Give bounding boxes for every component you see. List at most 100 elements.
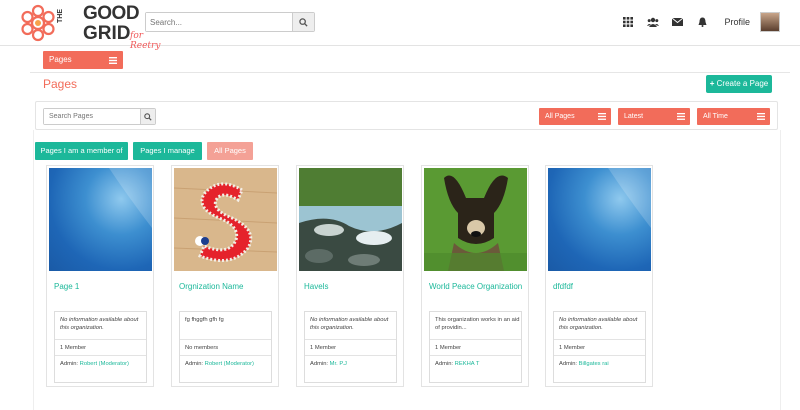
card-members: 1 Member	[60, 345, 87, 351]
card-title[interactable]: dfdfdf	[553, 282, 649, 292]
dropdown-all-pages[interactable]: All Pages	[539, 108, 611, 125]
avatar[interactable]	[760, 12, 780, 32]
placeholder-image-icon	[109, 168, 152, 228]
admin-prefix: Admin:	[310, 361, 329, 367]
card-image[interactable]	[548, 168, 651, 271]
admin-prefix: Admin:	[559, 361, 578, 367]
brand-tagline: for Reetry	[130, 31, 161, 51]
divider	[180, 355, 271, 356]
card-image[interactable]	[299, 168, 402, 271]
card-description: This organization works in an aid of pro…	[435, 317, 520, 331]
card-info: No information available about this orga…	[553, 311, 646, 383]
brand-grid: GRID	[83, 23, 131, 44]
menu-icon	[598, 113, 606, 120]
dropdown-label: Latest	[624, 113, 644, 120]
admin-prefix: Admin:	[185, 361, 204, 367]
card-info: No information available about this orga…	[54, 311, 147, 383]
header-nav: Profile	[620, 12, 780, 32]
tab-pages-member[interactable]: Pages I am a member of	[35, 142, 128, 160]
search-pages	[43, 108, 156, 125]
dropdown-label: All Time	[703, 113, 728, 120]
admin-link[interactable]: REKHA T	[455, 361, 480, 367]
profile-link[interactable]: Profile	[724, 17, 750, 27]
card-members: No members	[185, 345, 219, 351]
menu-icon	[109, 57, 117, 64]
card-image[interactable]	[49, 168, 152, 271]
card-info: fg fhggfh gfh fg No members Admin: Rober…	[179, 311, 272, 383]
grid-icon[interactable]	[620, 15, 635, 30]
river-rocks-icon	[299, 168, 402, 271]
divider	[554, 355, 645, 356]
page-title: Pages	[43, 77, 78, 91]
card-description: No information available about this orga…	[559, 317, 638, 331]
pages-tag-label: Pages	[49, 55, 72, 64]
menu-icon	[677, 113, 685, 120]
card-info: This organization works in an aid of pro…	[429, 311, 522, 383]
dropdown-label: All Pages	[545, 113, 575, 120]
create-page-label: Create a Page	[716, 79, 769, 88]
brand-logo[interactable]: GOOD GRID for Reetry THE	[20, 3, 160, 51]
card-title[interactable]: Havels	[304, 282, 400, 292]
card-title[interactable]: Page 1	[54, 282, 150, 292]
admin-link[interactable]: Robert (Moderator)	[80, 361, 129, 367]
divider	[30, 72, 790, 73]
divider	[180, 339, 271, 340]
card-info: No information available about this orga…	[304, 311, 397, 383]
page-card[interactable]: Orgnization Name fg fhggfh gfh fg No mem…	[171, 165, 279, 387]
page-card[interactable]: Havels No information available about th…	[296, 165, 404, 387]
pages-section-tag[interactable]: Pages	[43, 51, 123, 69]
card-description: No information available about this orga…	[310, 317, 389, 331]
admin-link[interactable]: Robert (Moderator)	[205, 361, 254, 367]
placeholder-image-icon	[608, 168, 651, 228]
card-image[interactable]	[173, 168, 278, 271]
brand-the: THE	[57, 9, 64, 23]
admin-link[interactable]: Mr. P.J	[330, 361, 347, 367]
card-members: 1 Member	[310, 345, 337, 351]
divider	[430, 355, 521, 356]
plus-icon: +	[709, 79, 715, 88]
card-title[interactable]: Orgnization Name	[179, 282, 275, 292]
global-search-button[interactable]	[292, 13, 314, 31]
card-image[interactable]	[424, 168, 527, 271]
card-admin: Admin: Robert (Moderator)	[60, 361, 129, 367]
card-description: fg fhggfh gfh fg	[185, 317, 224, 323]
page-card[interactable]: World Peace Organization This organizati…	[421, 165, 529, 387]
global-search	[145, 12, 315, 32]
search-pages-input[interactable]	[44, 109, 140, 124]
wild-dog-icon	[424, 168, 527, 271]
envelope-icon[interactable]	[670, 15, 685, 30]
tab-all-pages[interactable]: All Pages	[207, 142, 253, 160]
card-admin: Admin: Billgates rai	[559, 361, 609, 367]
users-icon[interactable]	[645, 15, 660, 30]
admin-link[interactable]: Billgates rai	[579, 361, 609, 367]
dropdown-all-time[interactable]: All Time	[697, 108, 770, 125]
card-description: No information available about this orga…	[60, 317, 139, 331]
dropdown-latest[interactable]: Latest	[618, 108, 690, 125]
admin-prefix: Admin:	[60, 361, 79, 367]
card-admin: Admin: Mr. P.J	[310, 361, 347, 367]
admin-prefix: Admin:	[435, 361, 454, 367]
divider	[55, 339, 146, 340]
divider	[430, 339, 521, 340]
search-icon	[144, 112, 152, 121]
card-admin: Admin: REKHA T	[435, 361, 479, 367]
search-icon	[299, 17, 308, 27]
brand-good: GOOD	[83, 3, 140, 24]
card-members: 1 Member	[559, 345, 586, 351]
search-pages-button[interactable]	[140, 109, 155, 124]
page-card[interactable]: Page 1 No information available about th…	[46, 165, 154, 387]
divider	[305, 339, 396, 340]
menu-icon	[757, 113, 765, 120]
bell-icon[interactable]	[695, 15, 710, 30]
create-page-button[interactable]: + Create a Page	[706, 75, 772, 93]
card-title[interactable]: World Peace Organization	[429, 282, 525, 292]
page-card[interactable]: dfdfdf No information available about th…	[545, 165, 653, 387]
divider	[554, 339, 645, 340]
card-admin: Admin: Robert (Moderator)	[185, 361, 254, 367]
flower-logo-icon	[21, 4, 55, 42]
divider	[55, 355, 146, 356]
tab-pages-manage[interactable]: Pages I manage	[133, 142, 202, 160]
global-search-input[interactable]	[146, 13, 292, 31]
top-header: GOOD GRID for Reetry THE Search... Profi…	[0, 0, 800, 51]
felt-letter-s-icon	[173, 168, 278, 271]
